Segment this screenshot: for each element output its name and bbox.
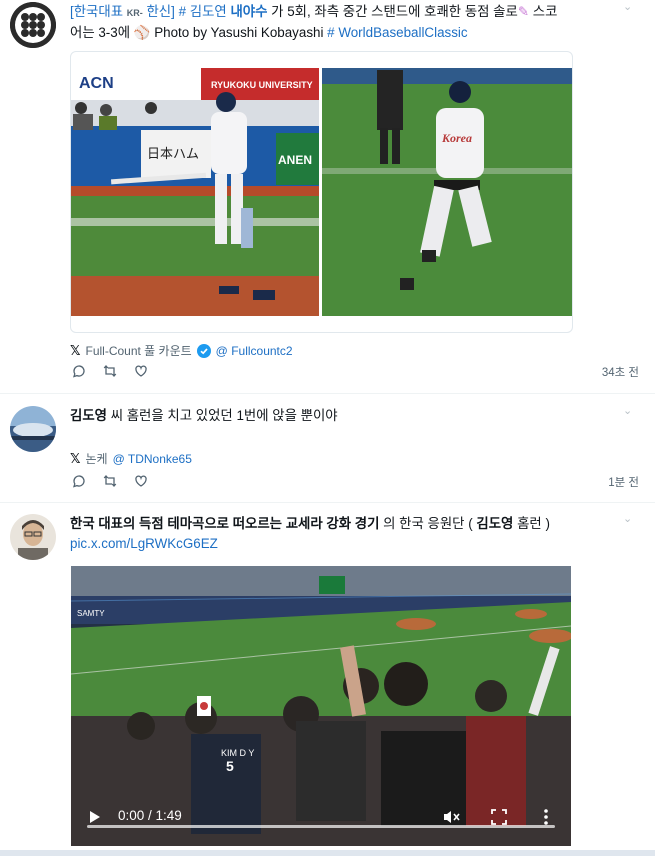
svg-text:RYUKOKU UNIVERSITY: RYUKOKU UNIVERSITY (211, 80, 313, 90)
post-3-body: 의 한국 응원단 ( (383, 516, 473, 531)
post-2-body: 씨 홈런을 치고 있었던 1번에 앉을 뿐이야 (110, 408, 338, 423)
post-2-time[interactable]: 1분 전 (608, 474, 639, 490)
fullcount-logo-icon (10, 2, 56, 48)
chevron-down-icon[interactable]: ⌄ (623, 2, 633, 13)
like-icon[interactable] (134, 364, 148, 378)
photo-runner[interactable]: Korea (322, 68, 572, 316)
player-name: 김도영 (476, 516, 514, 531)
svg-text:日本ハム: 日本ハム (147, 147, 199, 162)
hashtag-kimdoyeon[interactable]: # 김도연 (179, 4, 227, 19)
avatar-user[interactable] (10, 514, 56, 560)
hashtag-wbc[interactable]: # WorldBaseballClassic (327, 25, 467, 40)
post-1-body-cont: 스코 (532, 4, 558, 19)
tag-team2[interactable]: 한신 (146, 4, 171, 19)
photo-credit: Photo by Yasushi Kobayashi (154, 25, 324, 40)
post-1-body: 가 5회, 좌측 중간 스탠드에 호쾌한 동점 솔로 (271, 4, 518, 19)
retweet-icon[interactable] (103, 474, 117, 488)
jersey-number: 5 (226, 758, 234, 774)
source-name[interactable]: Full-Count 풀 카운트 (85, 342, 191, 359)
post-1-actions (72, 364, 148, 378)
player-name-link[interactable]: 내야수 (230, 4, 267, 19)
post-1-time[interactable]: 34초 전 (602, 364, 639, 380)
post-2-actions (72, 474, 148, 488)
kr-flag-label: KR- (126, 8, 143, 18)
bottom-scroll-edge (0, 850, 655, 856)
video-progress-bar[interactable] (87, 825, 555, 828)
chevron-down-icon[interactable]: ⌄ (623, 514, 633, 525)
avatar-nonke[interactable] (10, 406, 56, 452)
x-logo-icon: 𝕏 (70, 342, 81, 358)
avatar-fullcount[interactable] (10, 2, 56, 48)
photo-grid: ACN RYUKOKU UNIVERSITY 日本ハム ANEN Korea (70, 51, 573, 333)
bat-emoji-icon: ✎ (517, 4, 530, 19)
source-handle[interactable]: @ TDNonke65 (113, 452, 192, 466)
chevron-down-icon[interactable]: ⌄ (623, 406, 633, 417)
svg-text:Korea: Korea (441, 131, 472, 145)
video-controls: 0:00 / 1:49 (71, 796, 571, 846)
player-name: 김도영 (70, 408, 107, 423)
media-link[interactable]: pic.x.com/LgRWKcG6EZ (70, 536, 218, 551)
post-2: ⌄ 김도영 씨 홈런을 치고 있었던 1번에 앉을 뿐이야 𝕏 논케 @ TDN… (0, 394, 655, 502)
baseball-emoji-icon: ⚾ (133, 25, 151, 40)
verified-icon (196, 343, 211, 358)
post-1-body-line2: 어는 3-3에 (70, 25, 131, 40)
photo-batter[interactable]: ACN RYUKOKU UNIVERSITY 日本ハム ANEN (71, 68, 319, 316)
x-logo-icon: 𝕏 (70, 450, 81, 466)
source-line[interactable]: 𝕏 논케 @ TDNonke65 (70, 450, 192, 467)
like-icon[interactable] (134, 474, 148, 488)
video-player[interactable]: SAMTY KIM D Y 5 0:00 / 1:49 (71, 566, 571, 846)
source-handle[interactable]: @ Fullcountc2 (216, 344, 293, 358)
svg-text:SAMTY: SAMTY (77, 609, 105, 618)
post-3: ⌄ 한국 대표의 득점 테마곡으로 떠오르는 교세라 강화 경기 의 한국 응원… (0, 503, 655, 856)
post-3-text: 한국 대표의 득점 테마곡으로 떠오르는 교세라 강화 경기 의 한국 응원단 … (70, 514, 600, 554)
post-1-text: [한국대표 KR- 한신] # 김도연 내야수 가 5회, 좌측 중간 스탠드에… (70, 2, 610, 43)
retweet-icon[interactable] (103, 364, 117, 378)
svg-text:ANEN: ANEN (278, 153, 312, 167)
tag-team[interactable]: 한국대표 (74, 4, 123, 19)
reply-icon[interactable] (72, 474, 86, 488)
svg-text:ACN: ACN (79, 75, 114, 92)
post-1: ⌄ [한국대표 KR- 한신] # 김도연 내야수 가 5회, 좌측 중간 스탠… (0, 0, 655, 392)
post-2-text: 김도영 씨 홈런을 치고 있었던 1번에 앉을 뿐이야 (70, 406, 338, 426)
video-time: 0:00 / 1:49 (118, 808, 182, 823)
tag-bracket-close: ] (171, 4, 175, 19)
source-name[interactable]: 논케 (85, 450, 107, 467)
post-3-headline: 한국 대표의 득점 테마곡으로 떠오르는 교세라 강화 경기 (70, 516, 380, 531)
post-3-body-end: 홈런 ) (517, 516, 550, 531)
jersey-name: KIM D Y (221, 748, 254, 758)
source-line[interactable]: 𝕏 Full-Count 풀 카운트 @ Fullcountc2 (70, 342, 293, 359)
reply-icon[interactable] (72, 364, 86, 378)
